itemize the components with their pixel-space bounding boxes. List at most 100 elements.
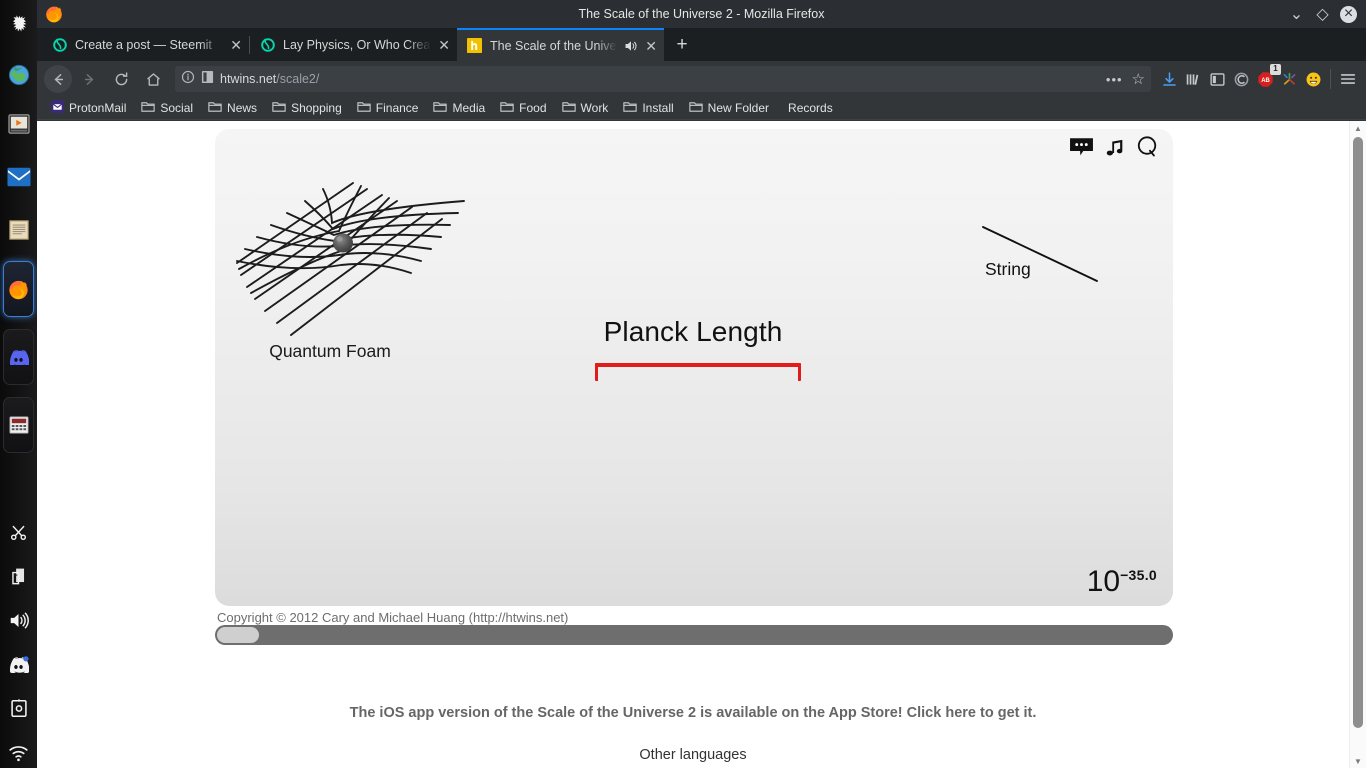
bookmark-finance[interactable]: Finance xyxy=(351,99,425,118)
firefox-window: The Scale of the Universe 2 - Mozilla Fi… xyxy=(37,0,1366,768)
music-note-icon[interactable] xyxy=(1104,136,1126,158)
forward-button[interactable] xyxy=(74,65,104,93)
quality-icon[interactable] xyxy=(1136,135,1159,158)
bookmark-food[interactable]: Food xyxy=(494,99,552,118)
bookmark-label: New Folder xyxy=(707,101,770,115)
bookmark-label: Food xyxy=(519,101,547,115)
window-title: The Scale of the Universe 2 - Mozilla Fi… xyxy=(578,7,825,21)
scrollbar-down-arrow[interactable]: ▼ xyxy=(1350,754,1366,768)
firefox-dock-slot[interactable] xyxy=(0,258,37,320)
emoji-icon[interactable] xyxy=(1302,68,1324,90)
address-bar-actions: ••• ☆ xyxy=(1106,70,1145,88)
bookmark-label: Social xyxy=(160,101,194,115)
scissors-icon[interactable] xyxy=(0,514,37,551)
home-button[interactable] xyxy=(138,65,168,93)
device-icon[interactable] xyxy=(0,690,37,727)
discord-dock-slot[interactable] xyxy=(0,326,37,388)
reader-mode-icon[interactable] xyxy=(201,70,214,89)
bookmark-media[interactable]: Media xyxy=(427,99,491,118)
close-button[interactable]: × xyxy=(1340,5,1357,23)
zoom-slider-thumb[interactable] xyxy=(217,627,259,643)
quantum-foam-label: Quantum Foam xyxy=(269,341,391,361)
bookmark-shopping[interactable]: Shopping xyxy=(266,99,348,118)
folder-icon xyxy=(689,101,703,116)
bookmark-work[interactable]: Work xyxy=(556,99,615,118)
folder-icon xyxy=(561,101,576,116)
copyright-text: Copyright © 2012 Cary and Michael Huang … xyxy=(217,610,569,625)
tab-label: Create a post — Steemit xyxy=(75,37,212,52)
tab-strip: Create a post — Steemit ✕ Lay Physics, O… xyxy=(37,28,1366,61)
tab-label: The Scale of the Universe xyxy=(490,38,617,53)
address-bar[interactable]: htwins.net/scale2/ ••• ☆ xyxy=(175,66,1151,92)
kde-menu-icon[interactable] xyxy=(0,7,37,44)
bookmarks-toolbar: ProtonMail Social News Shopping Finance … xyxy=(37,97,1366,120)
calculator-dock-slot[interactable] xyxy=(0,394,37,456)
downloads-icon[interactable] xyxy=(1158,68,1180,90)
tab-close-icon[interactable]: ✕ xyxy=(645,39,657,53)
scale-exponent: 10−35.0 xyxy=(1087,567,1157,597)
exponent-value: −35.0 xyxy=(1120,567,1157,583)
bookmark-social[interactable]: Social xyxy=(135,99,199,118)
zoom-slider[interactable] xyxy=(215,625,1173,645)
tab-lay-physics[interactable]: Lay Physics, Or Who Created ✕ xyxy=(250,28,457,61)
other-languages-link[interactable]: Other languages xyxy=(37,747,1349,763)
bookmark-label: Shopping xyxy=(291,101,342,115)
tab-steemit-create-post[interactable]: Create a post — Steemit ✕ xyxy=(42,28,249,61)
bookmark-install[interactable]: Install xyxy=(617,99,679,118)
globe-icon[interactable] xyxy=(0,56,37,93)
media-player-icon[interactable] xyxy=(0,105,37,142)
menu-icon[interactable] xyxy=(1337,68,1359,90)
exponent-base: 10 xyxy=(1086,565,1121,598)
quantum-foam-graphic xyxy=(235,169,465,339)
adblock-icon[interactable]: AB 1 xyxy=(1254,64,1281,90)
bookmark-label: Work xyxy=(580,101,609,115)
scrollbar-thumb[interactable] xyxy=(1353,137,1363,728)
scale-of-universe-stage[interactable]: Quantum Foam Planck Length String 10−35.… xyxy=(215,129,1173,606)
firefox-titlebar-icon xyxy=(44,4,64,24)
tab-label: Lay Physics, Or Who Created xyxy=(283,37,432,52)
sidebar-icon[interactable] xyxy=(1206,68,1228,90)
volume-icon[interactable] xyxy=(0,602,37,639)
window-controls: ⌄ ◇ × xyxy=(1288,5,1366,23)
back-button[interactable] xyxy=(44,65,72,93)
window-titlebar: The Scale of the Universe 2 - Mozilla Fi… xyxy=(37,0,1366,28)
bookmark-label: ProtonMail xyxy=(69,101,127,115)
tab-audio-icon[interactable] xyxy=(624,39,638,53)
extension-icon[interactable] xyxy=(1278,68,1300,90)
document-icon[interactable] xyxy=(0,211,37,248)
comment-icon[interactable] xyxy=(1069,136,1094,157)
folder-icon xyxy=(272,101,286,116)
minimize-button[interactable]: ⌄ xyxy=(1288,6,1305,23)
bookmark-protonmail[interactable]: ProtonMail xyxy=(45,98,132,118)
site-info-icon[interactable] xyxy=(181,70,195,89)
calculator-icon[interactable] xyxy=(3,397,34,453)
page-actions-icon[interactable]: ••• xyxy=(1106,72,1123,87)
library-icon[interactable] xyxy=(1182,68,1204,90)
page-viewport: Quantum Foam Planck Length String 10−35.… xyxy=(37,121,1366,768)
bookmark-new-folder[interactable]: New Folder xyxy=(683,99,775,118)
ios-app-promo[interactable]: The iOS app version of the Scale of the … xyxy=(37,705,1349,721)
string-label: String xyxy=(985,259,1031,279)
bookmark-star-icon[interactable]: ☆ xyxy=(1132,70,1145,88)
desktop-dock: 1:59 xyxy=(0,0,37,768)
scrollbar-up-arrow[interactable]: ▲ xyxy=(1350,121,1366,135)
mail-icon[interactable] xyxy=(0,158,37,195)
new-tab-button[interactable]: + xyxy=(664,28,700,61)
tab-close-icon[interactable]: ✕ xyxy=(438,38,450,52)
tab-scale-of-universe[interactable]: The Scale of the Universe ✕ xyxy=(457,28,664,61)
reload-button[interactable] xyxy=(106,65,136,93)
folder-icon xyxy=(623,101,637,116)
tab-close-icon[interactable]: ✕ xyxy=(230,38,242,52)
bookmark-records[interactable]: Records xyxy=(778,99,839,117)
firefox-icon[interactable] xyxy=(3,261,34,317)
bookmark-news[interactable]: News xyxy=(202,99,263,118)
wifi-icon[interactable] xyxy=(0,734,37,768)
planck-length-bracket xyxy=(595,363,801,381)
discord-tray-icon[interactable] xyxy=(0,646,37,683)
discord-app-icon[interactable] xyxy=(3,329,34,385)
htwins-favicon xyxy=(467,37,483,54)
clipboard-icon[interactable] xyxy=(0,558,37,595)
page-scrollbar[interactable]: ▲ ▼ xyxy=(1349,121,1366,768)
container-icon[interactable] xyxy=(1230,68,1252,90)
maximize-button[interactable]: ◇ xyxy=(1314,6,1331,23)
